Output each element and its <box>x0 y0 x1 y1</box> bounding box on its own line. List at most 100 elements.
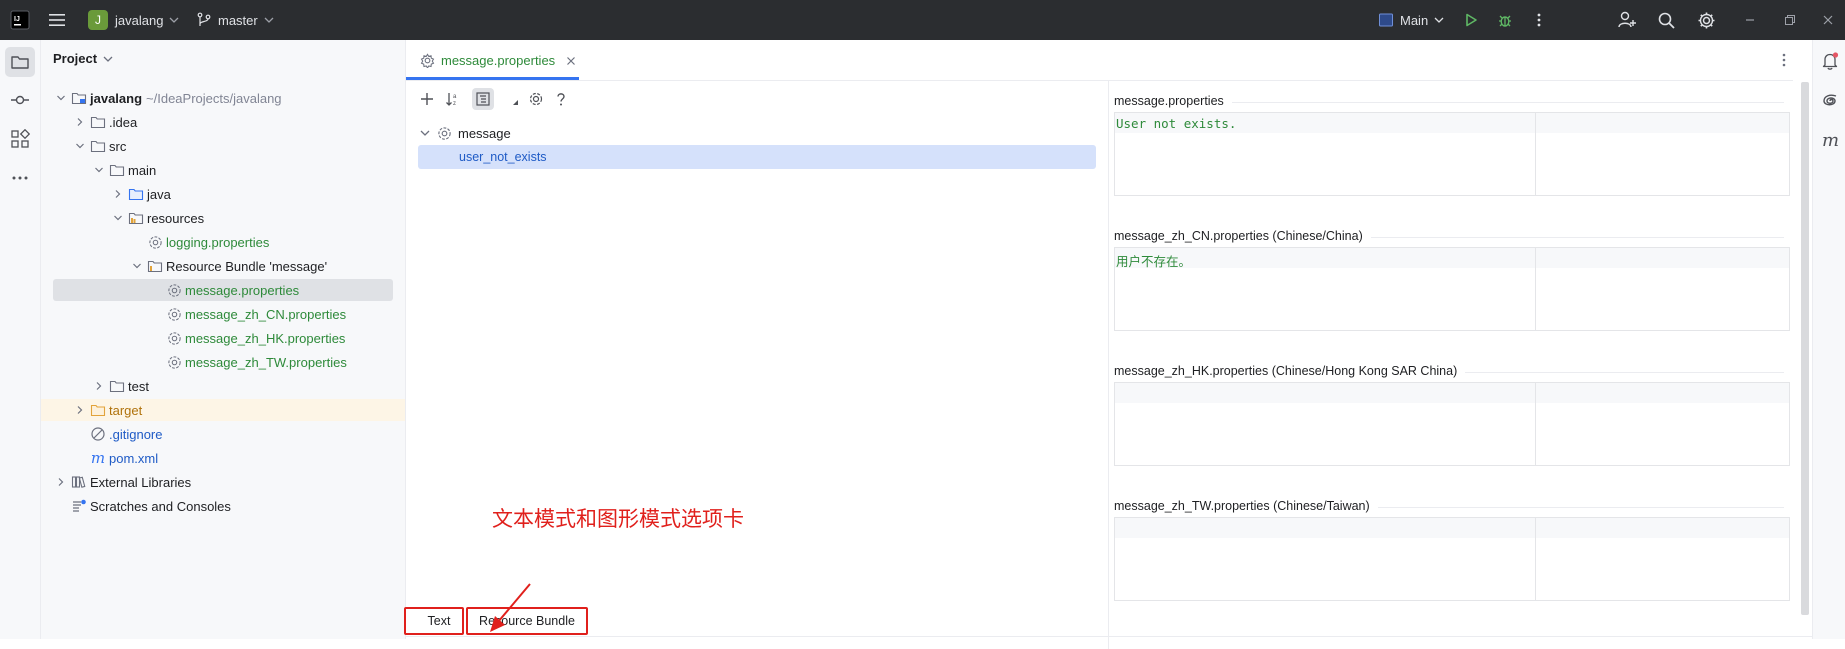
debug-icon <box>1499 15 1511 27</box>
minimize-button[interactable] <box>1743 0 1757 40</box>
structure-icon <box>11 129 30 148</box>
tree-item[interactable]: javalang ~/IdeaProjects/javalang <box>53 87 393 109</box>
tree-item[interactable]: Resource Bundle 'message' <box>53 255 393 277</box>
properties-file-icon <box>147 234 163 250</box>
panes-scrollbar[interactable] <box>1801 82 1809 615</box>
tree-item[interactable]: m pom.xml <box>53 447 393 469</box>
notifications-button[interactable] <box>1820 51 1840 71</box>
chevron-down-icon[interactable] <box>53 90 69 106</box>
bundle-settings-button[interactable] <box>527 90 545 108</box>
restore-icon <box>1785 15 1795 25</box>
properties-file-icon <box>166 282 182 298</box>
question-icon <box>557 93 565 106</box>
tree-item[interactable]: target <box>41 399 405 421</box>
commit-tool-button[interactable] <box>5 85 35 115</box>
svg-text:a: a <box>453 94 457 100</box>
project-switcher[interactable]: J javalang <box>88 0 181 40</box>
search-button[interactable] <box>1657 0 1676 40</box>
tree-item[interactable]: Scratches and Consoles <box>53 495 393 517</box>
project-tool-button[interactable] <box>5 47 35 77</box>
code-with-me-button[interactable] <box>1617 0 1637 40</box>
locale-value-editor[interactable]: 用户不存在。 <box>1114 247 1790 331</box>
chevron-right-icon[interactable] <box>53 474 69 490</box>
tree-item[interactable]: java <box>53 183 393 205</box>
pane-separator <box>1232 102 1784 103</box>
annotation-text: 文本模式和图形模式选项卡 <box>492 508 744 531</box>
folder-icon <box>11 56 29 69</box>
current-line-highlight <box>1115 518 1789 538</box>
tree-item[interactable]: message_zh_CN.properties <box>53 303 393 325</box>
text-mode-tab[interactable]: Text <box>404 607 464 635</box>
tree-item-label: target <box>109 402 143 418</box>
more-actions-button[interactable] <box>1531 0 1547 40</box>
locale-value-editor[interactable] <box>1114 382 1790 466</box>
splitter[interactable] <box>1108 81 1109 649</box>
chevron-right-icon[interactable] <box>110 186 126 202</box>
dropdown-corner-icon[interactable] <box>511 98 519 106</box>
close-icon <box>1823 15 1833 25</box>
help-button[interactable] <box>552 90 570 108</box>
project-panel: Project javalang ~/IdeaProjects/javalang.… <box>41 40 406 639</box>
minimize-icon <box>1746 19 1754 21</box>
maven-tool-button[interactable]: m <box>1822 130 1839 151</box>
editor-tab-options-button[interactable] <box>1776 52 1792 68</box>
chevron-right-icon[interactable] <box>72 114 88 130</box>
tree-item[interactable]: test <box>53 375 393 397</box>
tree-item-label: .gitignore <box>109 426 163 442</box>
debug-button[interactable] <box>1497 0 1513 40</box>
commit-icon <box>11 95 29 105</box>
tree-item[interactable]: .idea <box>53 111 393 133</box>
group-by-prefix-toggle[interactable] <box>472 88 494 110</box>
add-property-button[interactable] <box>418 90 436 108</box>
tree-item[interactable]: message_zh_TW.properties <box>53 351 393 373</box>
tree-item[interactable]: .gitignore <box>53 423 393 445</box>
current-line-highlight <box>1115 383 1789 403</box>
chevron-right-icon[interactable] <box>91 378 107 394</box>
chevron-down-icon[interactable] <box>91 162 107 178</box>
close-window-button[interactable] <box>1821 0 1835 40</box>
bundle-tree-root[interactable]: message <box>418 122 1098 144</box>
branch-name: master <box>218 12 258 28</box>
tree-item-label: External Libraries <box>90 474 192 490</box>
run-button[interactable] <box>1463 0 1479 40</box>
main-menu-icon[interactable] <box>48 0 66 40</box>
locale-pane-title: message_zh_CN.properties (Chinese/China) <box>1114 229 1363 243</box>
app-logo-icon[interactable]: IJ <box>10 0 30 40</box>
locale-value-editor[interactable]: User not exists. <box>1114 112 1790 196</box>
chevron-down-icon[interactable] <box>72 138 88 154</box>
tree-item[interactable]: resources <box>53 207 393 229</box>
tree-item[interactable]: External Libraries <box>53 471 393 493</box>
properties-file-icon <box>438 126 451 140</box>
tree-item[interactable]: message_zh_HK.properties <box>53 327 393 349</box>
locale-value-text: User not exists. <box>1116 116 1237 131</box>
locale-pane: message_zh_HK.properties (Chinese/Hong K… <box>1114 364 1790 468</box>
tree-item[interactable]: main <box>53 159 393 181</box>
sort-button[interactable]: az <box>444 90 462 108</box>
run-config-selector[interactable]: Main <box>1378 0 1446 40</box>
bundle-key-row[interactable]: user_not_exists <box>418 145 1096 169</box>
editor-tab-message-properties[interactable]: message.properties <box>406 40 579 81</box>
branch-switcher[interactable]: master <box>196 0 276 40</box>
tree-item-label: main <box>128 162 157 178</box>
project-view-selector[interactable]: Project <box>53 51 115 66</box>
ai-assistant-button[interactable] <box>1820 91 1840 111</box>
locale-value-editor[interactable] <box>1114 517 1790 601</box>
bell-icon <box>1822 52 1839 70</box>
chevron-down-icon[interactable] <box>129 258 145 274</box>
settings-button[interactable] <box>1697 0 1716 40</box>
close-tab-icon[interactable] <box>565 55 577 67</box>
run-config-name: Main <box>1400 12 1429 28</box>
tree-item-label: src <box>109 138 127 154</box>
restore-button[interactable] <box>1783 0 1797 40</box>
tree-item[interactable]: logging.properties <box>53 231 393 253</box>
chevron-right-icon[interactable] <box>72 402 88 418</box>
tree-item[interactable]: message.properties <box>53 279 393 301</box>
pane-separator <box>1465 372 1784 373</box>
chevron-down-icon[interactable] <box>110 210 126 226</box>
structure-tool-button[interactable] <box>5 124 35 154</box>
more-tools-button[interactable] <box>5 163 35 193</box>
tree-item[interactable]: src <box>53 135 393 157</box>
